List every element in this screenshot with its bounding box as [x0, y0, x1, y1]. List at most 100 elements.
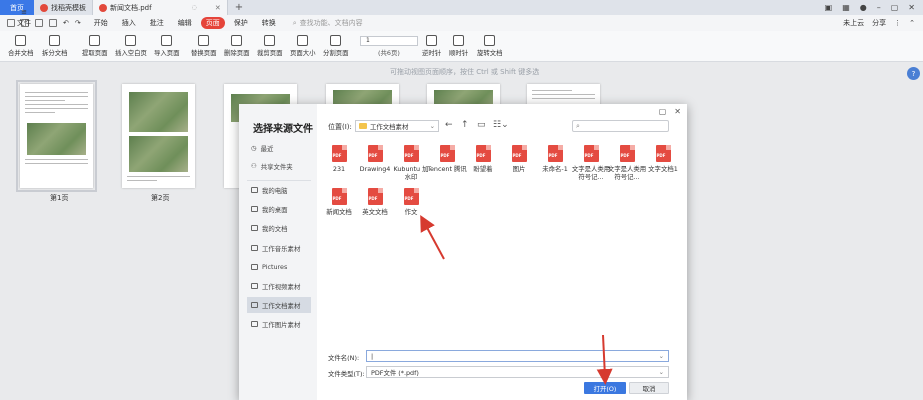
sidebar-item-pictures[interactable]: Pictures	[247, 259, 311, 275]
sidebar-item-images[interactable]: 工作图片素材	[247, 316, 311, 332]
location-value: 工作文档素材	[370, 122, 409, 131]
location-dropdown[interactable]: 工作文档素材 ⌄	[355, 120, 439, 132]
file-item[interactable]: PDF Kubuntu 加水印	[391, 145, 431, 181]
page-size-button[interactable]: 页面大小	[290, 35, 316, 59]
sidebar-item-shared[interactable]: ⚇ 共享文件夹	[247, 158, 311, 174]
up-folder-icon[interactable]: ↑	[461, 120, 469, 130]
sidebar-divider	[247, 180, 311, 181]
menu-protect[interactable]: 保护	[229, 17, 253, 29]
sidebar-item-desktop[interactable]: 我的桌面	[247, 201, 311, 217]
close-dialog-icon[interactable]: ✕	[674, 107, 681, 116]
split-doc-label: 拆分文档	[42, 49, 68, 57]
file-item[interactable]: PDF 231	[319, 145, 359, 173]
open-button[interactable]: 打开(O)	[584, 382, 626, 394]
extract-page-button[interactable]: 提取页面	[82, 35, 108, 59]
tab-document[interactable]: 新闻文档.pdf ◌ ✕	[93, 0, 228, 15]
import-page-button[interactable]: 导入页面	[154, 35, 180, 59]
file-item[interactable]: PDF 文字是人类用符号记...	[571, 145, 611, 181]
filename-input[interactable]: | ⌄	[366, 350, 669, 362]
sidebar-item-label: 我的电脑	[262, 186, 288, 195]
sidebar-item-video[interactable]: 工作视频素材	[247, 278, 311, 294]
rotate-doc-button[interactable]: 旋转文档	[477, 35, 503, 59]
new-tab-button[interactable]: +	[228, 0, 250, 15]
delete-page-button[interactable]: 删除页面	[224, 35, 250, 59]
file-item[interactable]: PDF 图片	[499, 145, 539, 173]
window-controls: ▣ ▦ ● – ▢ ✕	[825, 0, 923, 15]
maximize-icon[interactable]: ▢	[659, 107, 667, 116]
file-item[interactable]: PDF 盼望着	[463, 145, 503, 173]
page-number-input[interactable]: 1	[360, 36, 418, 46]
sidebar-item-docs-material[interactable]: 工作文档素材	[247, 297, 311, 313]
page-thumbnail-label: 第1页	[50, 194, 69, 202]
uncloud-button[interactable]: 未上云	[843, 18, 864, 28]
sidebar-item-my-computer[interactable]: 我的电脑	[247, 182, 311, 198]
split-doc-button[interactable]: 拆分文档	[42, 35, 68, 59]
menu-insert[interactable]: 插入	[117, 17, 141, 29]
file-item[interactable]: PDF 新闻文档	[319, 188, 359, 216]
sidebar-item-documents[interactable]: 我的文档	[247, 220, 311, 236]
sidebar-item-music[interactable]: 工作音乐素材	[247, 240, 311, 256]
file-item[interactable]: PDF Tencent 腾讯	[427, 145, 467, 173]
pin-icon[interactable]: ◌	[192, 4, 197, 11]
close-window-icon[interactable]: ✕	[908, 3, 915, 12]
maximize-icon[interactable]: ▢	[891, 3, 899, 12]
menu-edit[interactable]: 编辑	[173, 17, 197, 29]
file-item[interactable]: PDF Drawing4	[355, 145, 395, 173]
grid-icon[interactable]: ▦	[842, 3, 850, 12]
crop-page-button[interactable]: 裁剪页面	[257, 35, 283, 59]
file-item[interactable]: PDF 作文	[391, 188, 431, 216]
share-button[interactable]: 分享	[872, 18, 886, 28]
rotate-cw-button[interactable]: 顺时针	[449, 35, 468, 59]
sidebar-item-label: Pictures	[262, 263, 288, 271]
replace-page-button[interactable]: 替换页面	[191, 35, 217, 59]
menu-page[interactable]: 页面	[200, 17, 225, 29]
folder-icon	[251, 302, 258, 308]
undo-icon[interactable]: ↶	[63, 19, 69, 27]
new-folder-icon[interactable]: ▭	[477, 120, 486, 130]
merge-doc-button[interactable]: 合并文档	[8, 35, 34, 59]
filetype-select[interactable]: PDF文件 (*.pdf) ⌄	[366, 366, 669, 378]
file-name: 文字是人类用符号记...	[607, 165, 647, 181]
avatar[interactable]: ●	[860, 3, 867, 12]
replace-page-label: 替换页面	[191, 49, 217, 57]
split-page-button[interactable]: 分割页面	[323, 35, 349, 59]
sidebar-item-recent[interactable]: ◷ 最近	[247, 140, 311, 156]
file-name: Kubuntu 加水印	[393, 165, 429, 181]
file-item[interactable]: PDF 未命名-1	[535, 145, 575, 173]
pdf-logo-icon	[99, 3, 107, 12]
function-search[interactable]: ⌕ 查找功能、文档内容	[293, 18, 363, 28]
file-item[interactable]: PDF 文字文档1	[643, 145, 683, 173]
collapse-icon[interactable]: ⌃	[909, 19, 915, 27]
shared-folder-icon: ⚇	[251, 162, 257, 170]
page-thumbnail-1[interactable]	[16, 80, 97, 192]
help-icon[interactable]: ?	[907, 67, 920, 80]
preview-icon[interactable]	[49, 19, 57, 27]
file-item[interactable]: PDF 英文文档	[355, 188, 395, 216]
view-mode-icon[interactable]: ☷⌄	[493, 120, 509, 130]
more-icon[interactable]: ⋮	[894, 19, 901, 27]
file-name: 盼望着	[473, 165, 493, 173]
pdf-badge: PDF	[404, 196, 414, 201]
file-item[interactable]: PDF 文字是人类用符号记...	[607, 145, 647, 181]
chevron-down-icon: ⌄	[658, 352, 664, 360]
menu-comment[interactable]: 批注	[145, 17, 169, 29]
insert-blank-page-button[interactable]: 插入空白页	[115, 35, 147, 59]
back-icon[interactable]: ←	[445, 120, 453, 130]
filetype-label: 文件类型(T):	[328, 370, 365, 378]
minimize-icon[interactable]: –	[877, 3, 881, 12]
redo-icon[interactable]: ↷	[75, 19, 81, 27]
pdf-badge: PDF	[440, 153, 450, 158]
page-thumbnail-2[interactable]	[122, 84, 195, 188]
folder-icon	[359, 123, 367, 129]
dialog-search-input[interactable]: ⌕	[572, 120, 669, 132]
cancel-button[interactable]: 取消	[629, 382, 669, 394]
menu-start[interactable]: 开始	[89, 17, 113, 29]
menu-convert[interactable]: 转换	[257, 17, 281, 29]
merge-doc-label: 合并文档	[8, 49, 34, 57]
close-tab-icon[interactable]: ✕	[215, 4, 221, 12]
rotate-ccw-button[interactable]: 逆时针	[422, 35, 441, 59]
file-name: 文字文档1	[648, 165, 678, 173]
rotate-ccw-label: 逆时针	[422, 49, 442, 57]
insert-blank-page-icon	[125, 35, 137, 46]
layout-icon[interactable]: ▣	[825, 3, 833, 12]
